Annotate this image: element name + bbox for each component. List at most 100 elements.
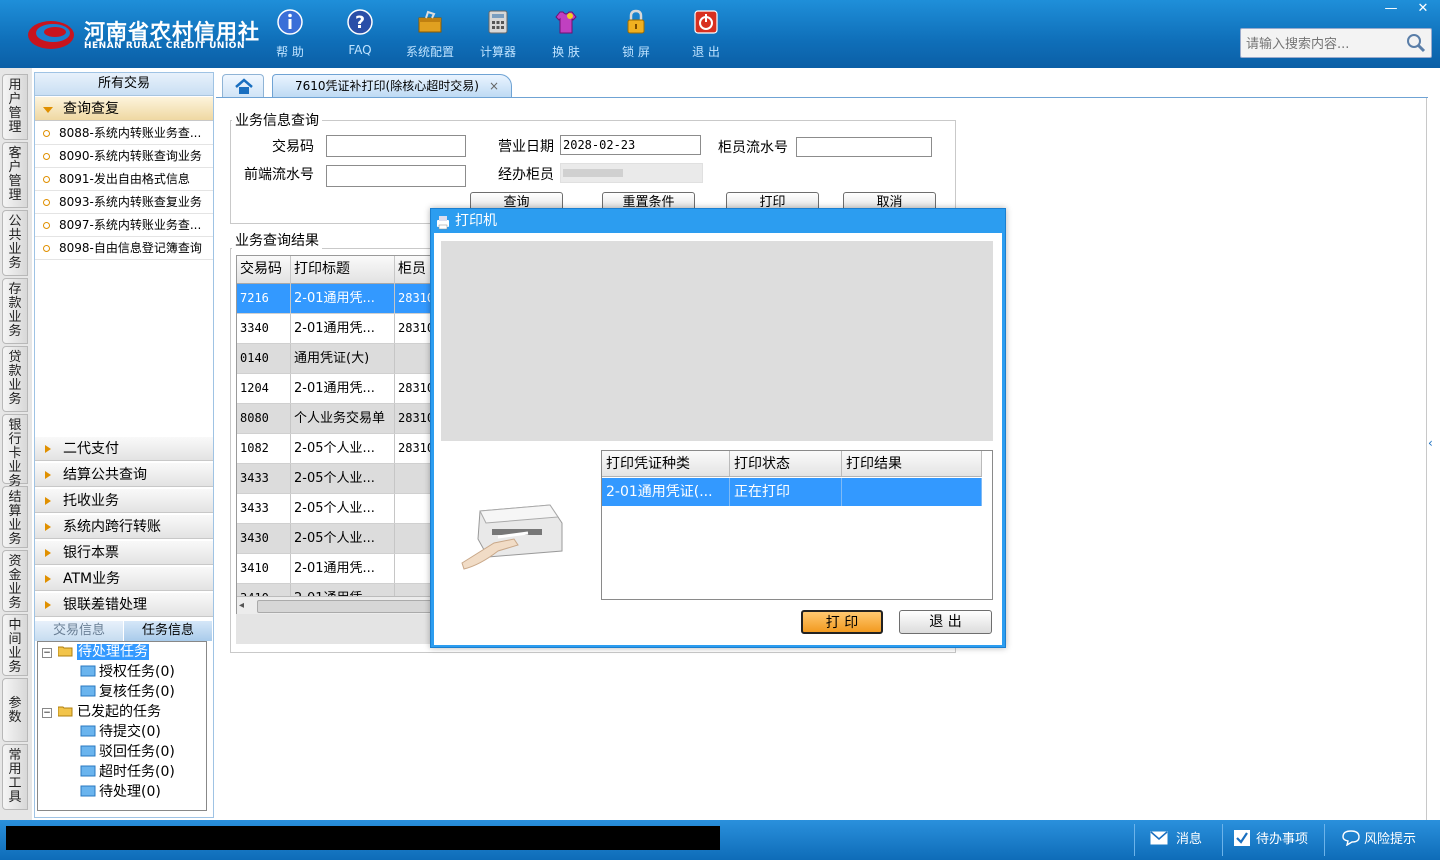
table-row[interactable]: 3340 2-01通用凭... 28310 [237,314,431,344]
scroll-thumb[interactable] [257,600,431,613]
tree-node-to-process[interactable]: 待处理(0) [80,782,161,802]
list-item-label: 8090-系统内转账查询业务 [59,149,202,163]
scroll-left-icon[interactable]: ◂ [239,600,249,612]
search-icon[interactable] [1405,32,1427,54]
column-header[interactable]: 打印状态 [730,451,842,476]
column-header[interactable]: 交易码 [237,256,291,285]
section-query-reply[interactable]: 查询查复 [35,97,213,121]
transaction-panel: 所有交易 查询查复 8088-系统内转账业务查... 8090-系统内转账查询业… [34,72,214,818]
vtab-loan[interactable]: 贷款业务 [2,346,28,412]
collapse-toggle[interactable]: − [42,708,52,718]
skin-button[interactable]: 换 肤 [536,8,596,60]
collapse-right-icon[interactable]: ‹ [1428,436,1438,450]
table-row[interactable]: 7216 2-01通用凭... 28310 [237,284,431,314]
chevron-right-icon [45,471,51,479]
column-header[interactable]: 柜员 [395,256,431,285]
vtab-public-business[interactable]: 公共业务 [2,210,28,276]
tree-node-rejected[interactable]: 驳回任务(0) [80,742,175,762]
vtab-parameters[interactable]: 参数 [2,678,28,742]
power-icon [694,10,718,34]
vtab-common-tools[interactable]: 常用工具 [2,744,28,810]
vtab-user-management[interactable]: 用户管理 [2,74,28,140]
column-header[interactable]: 打印凭证种类 [602,451,730,476]
tab-home[interactable] [222,74,264,98]
cell-txcode: 3430 [237,524,291,553]
business-date-input[interactable]: 2028-02-23 [560,135,701,155]
table-row[interactable]: 3433 2-05个人业... [237,464,431,494]
list-item[interactable]: 8088-系统内转账业务查... [35,122,213,145]
section-collection[interactable]: 托收业务 [35,489,213,513]
help-button[interactable]: 帮 助 [260,8,320,60]
list-item[interactable]: 8097-系统内转账业务查... [35,214,213,237]
txcode-input[interactable] [326,135,466,157]
tab-task-info[interactable]: 任务信息 [124,621,212,641]
grid-header: 交易码 打印标题 柜员 [237,256,431,285]
vtab-settlement[interactable]: 结算业务 [2,486,28,548]
collapse-toggle[interactable]: − [42,648,52,658]
table-row[interactable]: 8080 个人业务交易单 28310 [237,404,431,434]
tree-node-timeout[interactable]: 超时任务(0) [80,762,175,782]
horizontal-scrollbar[interactable]: ◂ [237,596,431,614]
list-item[interactable]: 8091-发出自由格式信息 [35,168,213,191]
dialog-exit-button[interactable]: 退 出 [899,610,992,634]
system-config-button[interactable]: 系统配置 [400,8,460,60]
dialog-print-button[interactable]: 打 印 [801,610,883,634]
cell-txcode: 0140 [237,344,291,373]
tree-node-to-submit[interactable]: 待提交(0) [80,722,161,742]
exit-button[interactable]: 退 出 [676,8,736,60]
table-row[interactable]: 34102-01通用凭... [237,554,431,584]
teller-seq-input[interactable] [796,137,932,157]
vtab-deposit[interactable]: 存款业务 [2,278,28,344]
close-tab-icon[interactable]: × [489,75,499,97]
section-settlement-query[interactable]: 结算公共查询 [35,463,213,487]
close-window-button[interactable]: ✕ [1408,0,1438,18]
column-header[interactable]: 打印结果 [842,451,982,476]
front-seq-input[interactable] [326,165,466,187]
calculator-button[interactable]: 计算器 [468,8,528,60]
table-row[interactable]: 3433 2-05个人业... [237,494,431,524]
section-internal-transfer[interactable]: 系统内跨行转账 [35,515,213,539]
vtab-customer-management[interactable]: 客户管理 [2,142,28,208]
table-row[interactable]: 3430 2-05个人业... [237,524,431,554]
todo-button[interactable]: 待办事项 [1234,828,1308,852]
list-item[interactable]: 8098-自由信息登记簿查询 [35,237,213,260]
folder-icon [80,765,96,777]
module-tabs: 用户管理 客户管理 公共业务 存款业务 贷款业务 银行卡业务 结算业务 资金业务… [0,68,32,820]
tree-node-auth[interactable]: 授权任务(0) [80,662,175,682]
column-header[interactable]: 打印标题 [291,256,395,285]
table-row[interactable]: 2-01通用凭证(... 正在打印 [602,478,982,506]
vtab-bank-card[interactable]: 银行卡业务 [2,414,28,489]
faq-button[interactable]: ? FAQ [330,8,390,60]
folder-icon [80,685,96,697]
tab-trade-info[interactable]: 交易信息 [35,621,123,641]
tree-node-label: 待提交(0) [99,724,161,740]
table-row[interactable]: 1082 2-05个人业... 28310 [237,434,431,464]
table-row[interactable]: 0140 通用凭证(大) [237,344,431,374]
tree-node-pending[interactable]: 待处理任务 [58,642,149,662]
tree-node-initiated[interactable]: 已发起的任务 [58,702,161,722]
lock-icon [627,9,645,34]
table-row[interactable]: 1204 2-01通用凭... 28310 [237,374,431,404]
cell-teller: 28310 [395,314,431,343]
section-bank-draft[interactable]: 银行本票 [35,541,213,565]
tree-node-review[interactable]: 复核任务(0) [80,682,175,702]
minimize-button[interactable]: — [1376,0,1406,18]
list-item[interactable]: 8093-系统内转账查复业务 [35,191,213,214]
chevron-down-icon [43,107,53,113]
tree-node-label: 复核任务(0) [99,684,175,700]
tree-node-label: 已发起的任务 [77,704,161,720]
tab-voucher-reprint[interactable]: 7610凭证补打印(除核心超时交易) × [272,74,512,98]
section-unionpay-error[interactable]: 银联差错处理 [35,593,213,617]
search-input[interactable] [1244,33,1408,55]
section-atm[interactable]: ATM业务 [35,567,213,591]
lock-screen-button[interactable]: 锁 屏 [606,8,666,60]
cell-print-result [842,478,982,506]
section-second-gen-payment[interactable]: 二代支付 [35,437,213,461]
vtab-intermediary[interactable]: 中间业务 [2,614,28,676]
risk-alert-button[interactable]: 风险提示 [1342,828,1416,852]
operator-value-redacted [563,169,623,177]
messages-button[interactable]: 消息 [1150,828,1202,852]
vtab-funds[interactable]: 资金业务 [2,550,28,612]
cell-print-title: 2-05个人业... [291,494,395,523]
list-item[interactable]: 8090-系统内转账查询业务 [35,145,213,168]
